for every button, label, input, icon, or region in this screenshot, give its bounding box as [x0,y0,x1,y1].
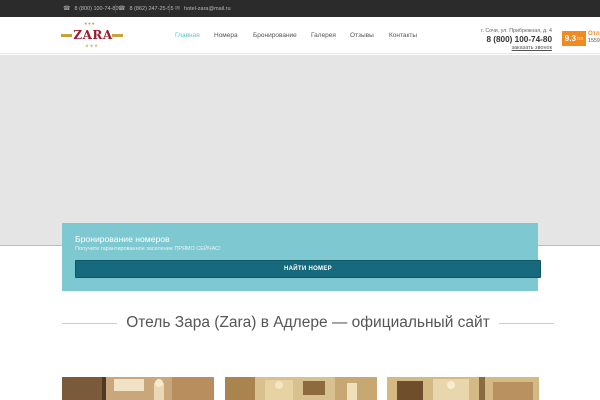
nav-item-home[interactable]: Главная [175,17,200,54]
header-phone[interactable]: 8 (800) 100-74-80 [481,35,552,44]
topbar-phone-1[interactable]: ☎ 8 (800) 100-74-80 [63,0,119,17]
topbar-phone-1-text: 8 (800) 100-74-80 [74,5,119,12]
section-heading: Отель Зара (Zara) в Адлере — официальный… [62,310,554,336]
logo[interactable]: ●●● ZARA ★★★ [61,21,123,51]
topbar-divider [115,4,116,13]
room-photo-1[interactable] [62,377,214,400]
rating-score: 9.3 [564,34,576,43]
topbar-divider [169,4,170,13]
rating-scale: /10 [576,36,584,41]
page-title: Отель Зара (Zara) в Адлере — официальный… [126,314,490,331]
site-header: ●●● ZARA ★★★ Главная Номера Бронирование… [0,17,600,54]
logo-crown: ●●● [84,21,96,26]
nav-item-booking[interactable]: Бронирование [253,17,297,54]
room-photo-3[interactable] [387,377,539,400]
logo-bar-right [112,34,123,37]
heading-line-left [62,322,118,324]
topbar-email[interactable]: ✉ hotel-zara@mail.ru [175,0,231,17]
phone-icon: ☎ [118,5,126,12]
room-photo-2[interactable] [225,377,377,400]
topbar-email-text: hotel-zara@mail.ru [184,5,231,12]
envelope-icon: ✉ [175,5,181,12]
header-address: г. Сочи, ул. Прибрежная, д. 4 [481,28,552,34]
topbar-phone-2-text: 8 (862) 247-25-55 [129,5,174,12]
topbar-phone-2[interactable]: ☎ 8 (862) 247-25-55 [118,0,174,17]
nav-item-reviews[interactable]: Отзывы [350,17,374,54]
logo-bar-left [61,34,72,37]
rating-reviews: 1559 [588,38,600,44]
nav-item-gallery[interactable]: Галерея [311,17,336,54]
room-photo-1-image [62,377,214,400]
heading-line-right [498,322,554,324]
logo-stars: ★★★ [85,43,99,48]
nav-item-contacts[interactable]: Контакты [389,17,417,54]
room-photo-3-image [387,377,539,400]
top-bar: ☎ 8 (800) 100-74-80 ☎ 8 (862) 247-25-55 … [0,0,600,17]
rating-badge[interactable]: 9.3/10 [562,31,586,46]
logo-text: ZARA [73,28,113,42]
find-room-button[interactable]: НАЙТИ НОМЕР [75,260,541,278]
rating-label: Отл [588,30,600,37]
phone-icon: ☎ [63,5,71,12]
booking-panel: Бронирование номеров Получите гарантиров… [62,223,541,291]
room-photo-2-image [225,377,377,400]
header-contact: г. Сочи, ул. Прибрежная, д. 4 8 (800) 10… [481,28,552,51]
booking-title: Бронирование номеров [75,234,170,244]
callback-link[interactable]: заказать звонок [481,45,552,51]
nav-item-rooms[interactable]: Номера [214,17,238,54]
booking-subtitle: Получите гарантированное заселение ПРЯМО… [75,246,221,252]
hero-banner [0,55,600,246]
rating-info: Отл 1559 [588,30,600,44]
